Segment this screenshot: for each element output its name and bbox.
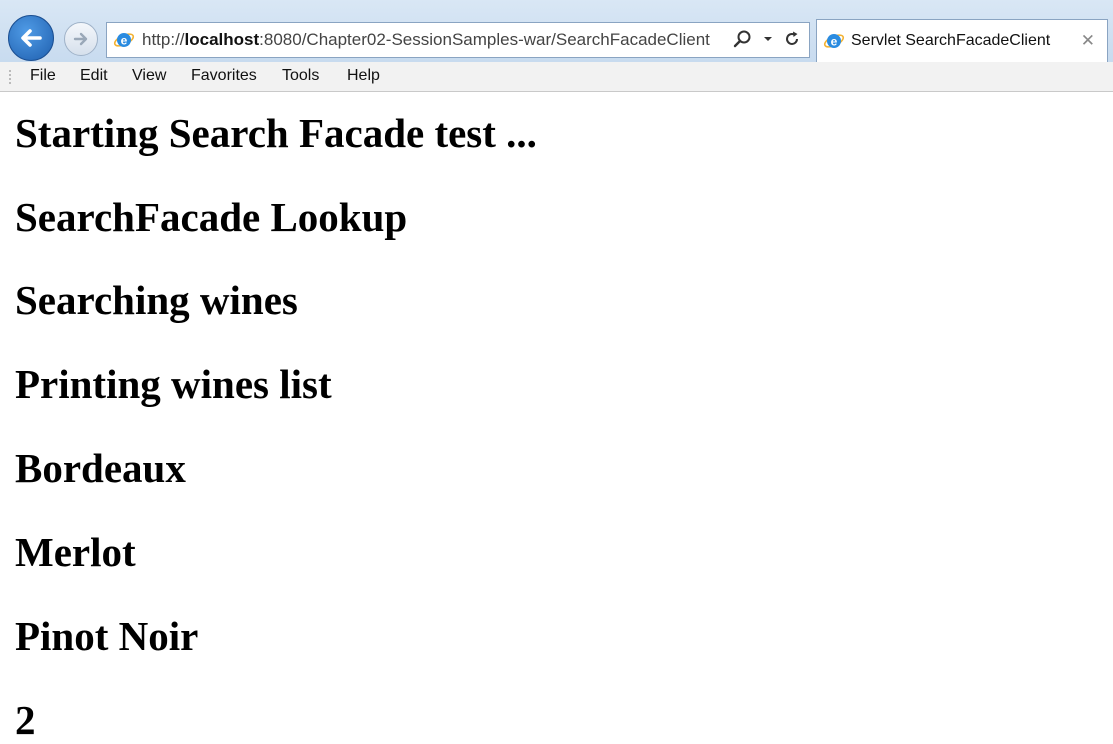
menu-favorites[interactable]: Favorites <box>191 67 257 85</box>
output-line: Searching wines <box>15 277 298 323</box>
url-path: :8080/Chapter02-SessionSamples-war/Searc… <box>259 30 710 49</box>
menu-help[interactable]: Help <box>347 67 380 85</box>
menu-file[interactable]: File <box>30 67 56 85</box>
menu-grip <box>9 70 11 86</box>
url-text[interactable]: http://localhost:8080/Chapter02-SessionS… <box>142 30 710 50</box>
forward-arrow-icon <box>73 32 88 46</box>
output-line: Printing wines list <box>15 361 332 407</box>
browser-chrome: e http://localhost:8080/Chapter02-Sessio… <box>0 0 1113 62</box>
chevron-down-icon[interactable] <box>763 34 773 44</box>
refresh-icon[interactable] <box>783 30 801 48</box>
menu-tools[interactable]: Tools <box>282 67 319 85</box>
output-line: SearchFacade Lookup <box>15 194 408 240</box>
internet-explorer-icon: e <box>823 34 845 49</box>
close-icon[interactable]: ✕ <box>1081 31 1095 51</box>
wine-name: Merlot <box>15 529 136 575</box>
wine-count: 2 <box>15 697 36 743</box>
wine-name: Pinot Noir <box>15 613 199 659</box>
menu-edit[interactable]: Edit <box>80 67 108 85</box>
back-button[interactable] <box>8 15 54 61</box>
menu-bar: File Edit View Favorites Tools Help <box>0 62 1113 92</box>
tab-title: Servlet SearchFacadeClient <box>851 32 1051 49</box>
url-prefix: http:// <box>142 30 185 49</box>
menu-view[interactable]: View <box>132 67 166 85</box>
url-host: localhost <box>184 30 260 49</box>
tab-servlet-searchfacadeclient[interactable]: e Servlet SearchFacadeClient ✕ <box>816 19 1108 62</box>
address-bar[interactable]: e http://localhost:8080/Chapter02-Sessio… <box>106 22 810 58</box>
forward-button[interactable] <box>64 22 98 56</box>
svg-text:e: e <box>121 34 128 48</box>
wine-name: Bordeaux <box>15 445 186 491</box>
address-tools <box>733 29 801 49</box>
search-icon[interactable] <box>733 29 753 49</box>
output-line: Starting Search Facade test ... <box>15 110 537 156</box>
internet-explorer-icon: e <box>113 33 135 48</box>
svg-text:e: e <box>831 35 838 49</box>
back-arrow-icon <box>21 29 42 47</box>
